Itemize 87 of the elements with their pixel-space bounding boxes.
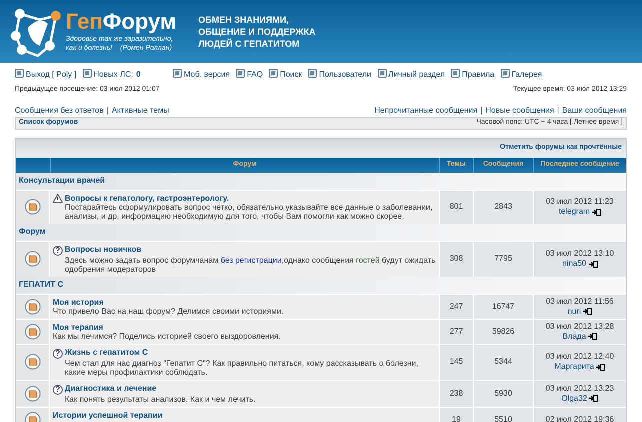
forum-folder-icon (24, 199, 40, 216)
posts-count: 5510 (473, 408, 533, 422)
topics-count: 145 (439, 344, 473, 380)
go-to-post-icon[interactable] (596, 364, 606, 371)
topics-count: 238 (439, 380, 473, 407)
go-to-post-icon[interactable] (589, 395, 598, 402)
nav-icon (236, 69, 246, 78)
last-post-date: 03 июл 2012 13:28 (546, 322, 614, 332)
nav-link[interactable]: Поиск (269, 69, 302, 81)
topic-link[interactable]: Ваши сообщения (562, 104, 627, 116)
nav-icon (82, 69, 92, 78)
category-title[interactable]: Форум (16, 226, 439, 238)
last-post-author[interactable]: nuri (568, 306, 582, 316)
posts-count: 5930 (473, 380, 533, 407)
nav-icon (173, 69, 182, 78)
topics-count: 801 (439, 190, 473, 224)
forum-description: Чем стал для нас диагноз "Гепатит С"? Как правильно питаться, кому рассказывать о болезни, какие меры профилактики соблюдать. (64, 358, 420, 377)
nav-link[interactable]: Моб. версия (173, 69, 230, 81)
header-tagline: ОБМЕН ЗНАНИЯМИ, ОБЩЕНИЕ И ПОДДЕРЖКА ЛЮДЕЙ С ГЕПАТИТОМ (198, 14, 316, 50)
last-post-date: 02 июл 2012 19:36 (546, 414, 614, 422)
topics-count: 247 (439, 294, 473, 319)
posts-count: 2843 (473, 190, 533, 224)
forum-description: Как мы лечимся? Поделись историей своего выздоровления. (53, 332, 282, 341)
nav-icon (308, 69, 318, 78)
last-post-author[interactable]: Влада (562, 332, 586, 341)
topics-count: 277 (439, 320, 473, 344)
last-post-author[interactable]: telegram (558, 207, 590, 216)
nav-link[interactable]: Новых ЛС: 0 (82, 69, 141, 81)
forum-title[interactable]: Вопросы новичков (65, 244, 142, 254)
nav-link[interactable]: Галерея (500, 69, 542, 81)
last-post-author[interactable]: Olga32 (562, 394, 588, 403)
question-icon: ? (53, 384, 63, 395)
forum-folder-icon (24, 324, 40, 340)
topic-link[interactable]: Сообщения без ответов (15, 104, 104, 116)
forum-folder-icon (24, 386, 40, 402)
forum-title[interactable]: Моя история (53, 298, 104, 307)
logo-text: ГепФорум (66, 10, 176, 32)
forum-title[interactable]: Моя терапия (53, 322, 104, 332)
go-to-post-icon[interactable] (588, 260, 598, 268)
forum-description: Постарайтесь сформулировать вопрос четко, обязательно указывайте все данные о заболевании, анализы, и др. информацию необходимую для того, чтобы Вам помогли как можно скорее. (64, 202, 434, 221)
last-post-date: 03 июл 2012 12:40 (546, 352, 614, 362)
forum-title[interactable]: Диагностика и лечение (65, 384, 157, 393)
go-to-post-icon[interactable] (588, 333, 598, 340)
forum-description: Здесь можно задать вопрос форумчанам без регистрации,однако сообщения гостей будут ожидать одобрения модераторов (64, 256, 436, 274)
forum-folder-icon (24, 251, 40, 268)
question-icon: ? (53, 246, 63, 256)
topics-count: 19 (439, 408, 473, 422)
forum-folder-icon (24, 298, 40, 315)
forum-description: Что привело Вас на наш форум? Делимся своими историями. (53, 306, 285, 316)
nav-link[interactable]: Правила (451, 69, 495, 81)
nav-link[interactable]: Выход [ Poly ] (15, 69, 77, 81)
topic-link[interactable]: Новые сообщения (486, 104, 554, 116)
last-post-date: 03 июл 2012 13:10 (546, 249, 614, 260)
category-title[interactable]: ГЕПАТИТ С (16, 279, 439, 292)
posts-count: 16747 (473, 294, 533, 319)
nav-icon (269, 69, 278, 78)
nav-link[interactable]: FAQ (236, 69, 264, 81)
topic-link[interactable]: Непрочитанные сообщения (374, 104, 478, 116)
topic-link[interactable]: Активные темы (112, 104, 170, 116)
posts-count: 7795 (473, 242, 533, 277)
forum-title[interactable]: Жизнь с гепатитом С (65, 348, 148, 357)
last-post-date: 03 июл 2012 13:23 (546, 384, 614, 394)
nav-link[interactable]: Пользователи (308, 69, 372, 81)
forum-folder-icon (24, 354, 40, 370)
link-separator: | (480, 104, 483, 116)
question-icon: ? (53, 348, 63, 359)
last-post-date: 03 июл 2012 11:23 (546, 197, 614, 208)
nav-icon (15, 69, 24, 78)
posts-count: 5344 (473, 344, 533, 380)
go-to-post-icon[interactable] (592, 208, 602, 216)
forum-title[interactable]: Вопросы к гепатологу, гастроэнтерологу. (65, 194, 230, 202)
last-post-author[interactable]: nina50 (562, 259, 587, 268)
posts-count: 59826 (473, 320, 533, 344)
last-post-date: 03 июл 2012 11:56 (546, 296, 614, 307)
link-separator: | (106, 104, 109, 116)
forum-title[interactable]: Истории успешной терапии (53, 410, 163, 420)
topics-count: 308 (439, 242, 473, 277)
forum-description: Как понять результаты анализов. Как и чем лечить. (64, 394, 257, 404)
warning-icon (53, 194, 63, 203)
nav-icon (451, 69, 460, 78)
last-post-author[interactable]: Маргарита (554, 362, 594, 372)
nav-icon (378, 69, 386, 78)
nav-icon (500, 69, 510, 78)
go-to-post-icon[interactable] (583, 308, 592, 316)
nav-link[interactable]: Личный раздел (378, 69, 446, 81)
link-separator: | (557, 104, 560, 116)
category-title[interactable]: Консультации врачей (16, 175, 439, 187)
